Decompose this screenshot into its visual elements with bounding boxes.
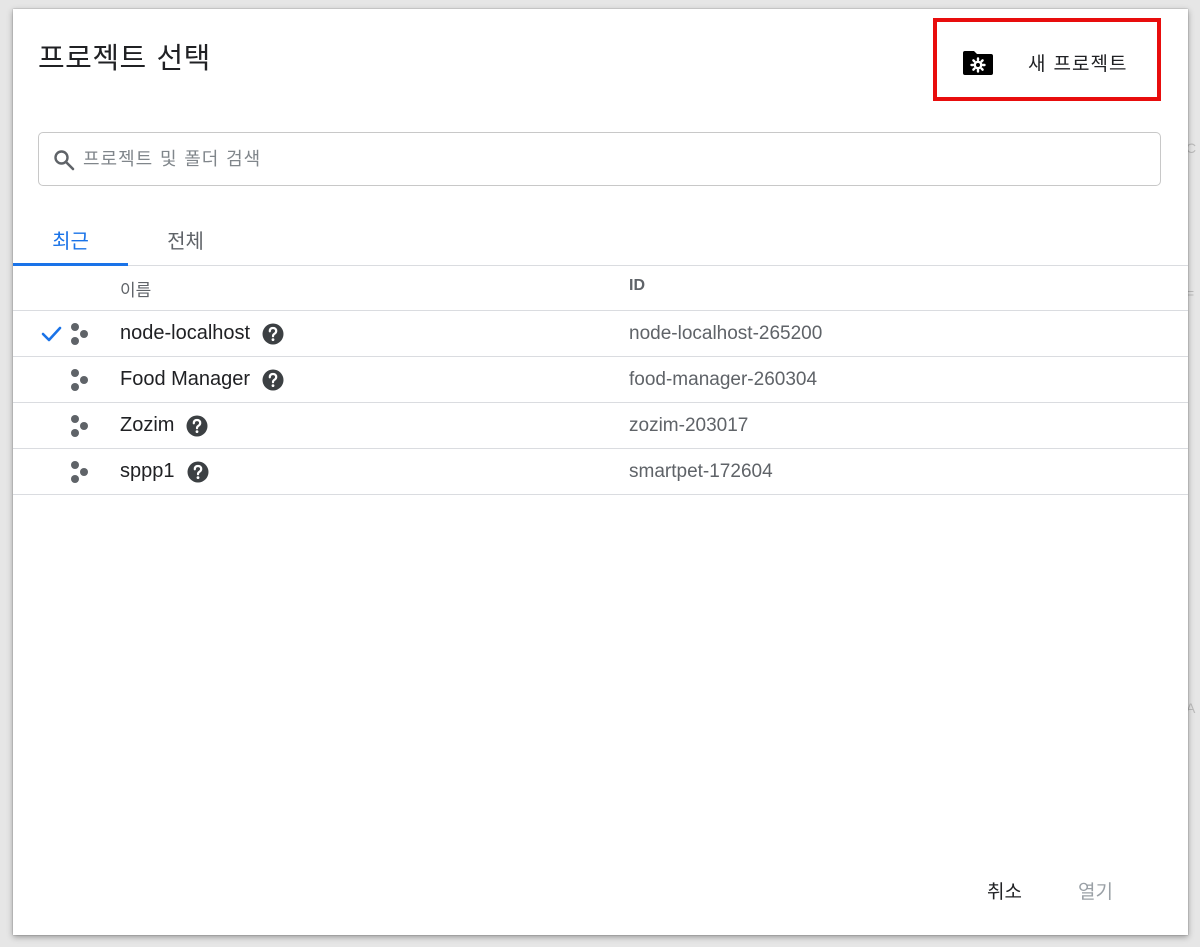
tab-bar: 최근 전체	[13, 214, 1188, 266]
project-name: sppp1	[120, 460, 175, 482]
table-row[interactable]: Food Manager food-manager-260304	[13, 357, 1188, 403]
column-header-name: 이름	[120, 281, 152, 301]
help-circle-icon[interactable]	[186, 415, 208, 437]
help-circle-icon[interactable]	[262, 369, 284, 391]
dialog-actions: 취소 열기	[788, 845, 1188, 935]
background-fragment: C	[1186, 140, 1197, 156]
tab-recent[interactable]: 최근	[13, 214, 128, 266]
background-fragment: =	[1186, 285, 1195, 301]
project-nodes-icon	[71, 369, 88, 391]
search-field[interactable]	[38, 132, 1161, 186]
table-row[interactable]: node-localhost node-localhost-265200	[13, 311, 1188, 357]
dialog-title: 프로젝트 선택	[38, 41, 211, 75]
new-project-label: 새 프로젝트	[1028, 53, 1128, 75]
check-icon	[41, 326, 62, 342]
select-project-dialog: 프로젝트 선택 새 프로젝트 최근 전체	[13, 9, 1188, 935]
project-nodes-icon	[71, 461, 88, 483]
project-name-cell: Zozim	[120, 403, 208, 448]
open-button[interactable]: 열기	[1070, 873, 1121, 908]
cancel-button[interactable]: 취소	[979, 873, 1030, 908]
project-id: node-localhost-265200	[629, 322, 823, 344]
project-name: Food Manager	[120, 368, 251, 390]
project-name-cell: Food Manager	[120, 357, 284, 402]
project-name: Zozim	[120, 414, 175, 436]
folder-gear-icon	[963, 51, 993, 75]
new-project-button[interactable]: 새 프로젝트	[933, 18, 1161, 101]
search-input[interactable]	[83, 141, 1143, 177]
table-header: 이름 ID	[13, 266, 1188, 311]
project-nodes-icon	[71, 415, 88, 437]
table-row[interactable]: Zozim zozim-203017	[13, 403, 1188, 449]
table-row[interactable]: sppp1 smartpet-172604	[13, 449, 1188, 495]
project-id: food-manager-260304	[629, 368, 818, 390]
project-nodes-icon	[71, 323, 88, 345]
project-name: node-localhost	[120, 322, 251, 344]
search-icon	[54, 150, 75, 171]
project-table: 이름 ID node-localhost node-localhost-2652	[13, 266, 1188, 495]
column-header-id: ID	[629, 277, 645, 294]
project-id: smartpet-172604	[629, 460, 773, 482]
tab-all[interactable]: 전체	[128, 214, 243, 265]
help-circle-icon[interactable]	[262, 323, 284, 345]
project-name-cell: node-localhost	[120, 311, 284, 356]
background-fragment: A	[1186, 700, 1196, 716]
project-name-cell: sppp1	[120, 449, 209, 494]
help-circle-icon[interactable]	[187, 461, 209, 483]
project-id: zozim-203017	[629, 414, 749, 436]
